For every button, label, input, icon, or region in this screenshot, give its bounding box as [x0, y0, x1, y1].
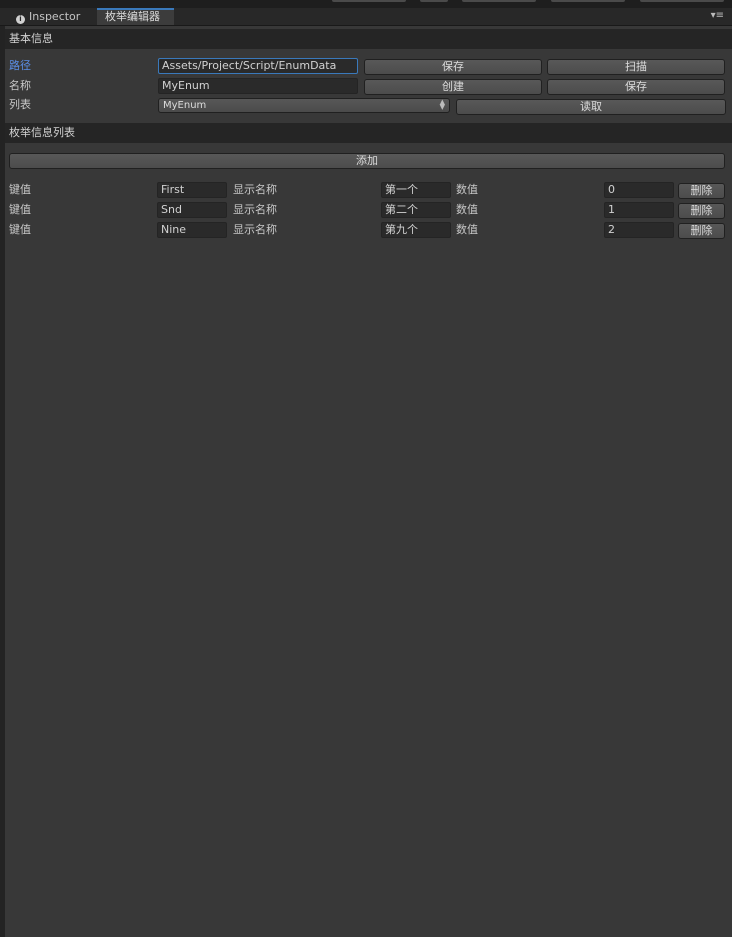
- toolbar-button-stub: [551, 0, 625, 2]
- row-value-label: 数值: [456, 223, 478, 236]
- row-value-input[interactable]: 2: [604, 222, 674, 238]
- name-input[interactable]: MyEnum: [158, 78, 358, 94]
- section-basic-info-title: 基本信息: [9, 32, 53, 45]
- row-value-label: 数值: [456, 183, 478, 196]
- tab-bar: i Inspector 枚举编辑器 ▾≡: [0, 8, 732, 26]
- toolbar-button-stub: [420, 0, 448, 2]
- path-input[interactable]: Assets/Project/Script/EnumData: [158, 58, 358, 74]
- row-key-input[interactable]: Nine: [157, 222, 227, 238]
- create-button[interactable]: 创建: [364, 79, 542, 95]
- read-button[interactable]: 读取: [456, 99, 726, 115]
- row-delete-button[interactable]: 删除: [678, 203, 725, 219]
- tab-inspector-label: Inspector: [29, 10, 81, 23]
- tab-inspector[interactable]: i Inspector: [8, 8, 96, 25]
- section-enum-list-title: 枚举信息列表: [9, 126, 75, 139]
- row-key-input[interactable]: Snd: [157, 202, 227, 218]
- row-delete-button[interactable]: 删除: [678, 183, 725, 199]
- section-enum-list: 枚举信息列表: [5, 123, 732, 143]
- row-value-input[interactable]: 0: [604, 182, 674, 198]
- name-label: 名称: [9, 79, 31, 92]
- row-display-label: 显示名称: [233, 223, 277, 236]
- section-basic-info: 基本信息: [5, 29, 732, 49]
- toolbar-button-stub: [640, 0, 724, 2]
- row-display-input[interactable]: 第一个: [381, 182, 451, 198]
- row-display-input[interactable]: 第二个: [381, 202, 451, 218]
- row-display-label: 显示名称: [233, 183, 277, 196]
- save-path-button[interactable]: 保存: [364, 59, 542, 75]
- toolbar-button-stub: [332, 0, 406, 2]
- tab-enum-editor-label: 枚举编辑器: [105, 10, 160, 23]
- row-display-label: 显示名称: [233, 203, 277, 216]
- row-display-input[interactable]: 第九个: [381, 222, 451, 238]
- row-value-input[interactable]: 1: [604, 202, 674, 218]
- enum-list-selected: MyEnum: [163, 100, 207, 111]
- save-name-button[interactable]: 保存: [547, 79, 725, 95]
- toolbar-button-stub: [462, 0, 536, 2]
- row-key-label: 键值: [9, 183, 31, 196]
- tab-menu-icon[interactable]: ▾≡: [711, 11, 724, 21]
- add-entry-button[interactable]: 添加: [9, 153, 725, 169]
- dropdown-arrows-icon: ▲ ▼: [439, 98, 445, 111]
- row-value-label: 数值: [456, 203, 478, 216]
- row-key-label: 键值: [9, 203, 31, 216]
- row-key-label: 键值: [9, 223, 31, 236]
- path-label: 路径: [9, 59, 31, 72]
- list-label: 列表: [9, 98, 31, 111]
- top-toolbar-strip: [0, 0, 732, 8]
- enum-list-dropdown[interactable]: MyEnum ▲ ▼: [158, 98, 450, 113]
- info-icon: i: [16, 15, 25, 24]
- row-key-input[interactable]: First: [157, 182, 227, 198]
- tab-enum-editor[interactable]: 枚举编辑器: [97, 8, 174, 25]
- row-delete-button[interactable]: 删除: [678, 223, 725, 239]
- scan-button[interactable]: 扫描: [547, 59, 725, 75]
